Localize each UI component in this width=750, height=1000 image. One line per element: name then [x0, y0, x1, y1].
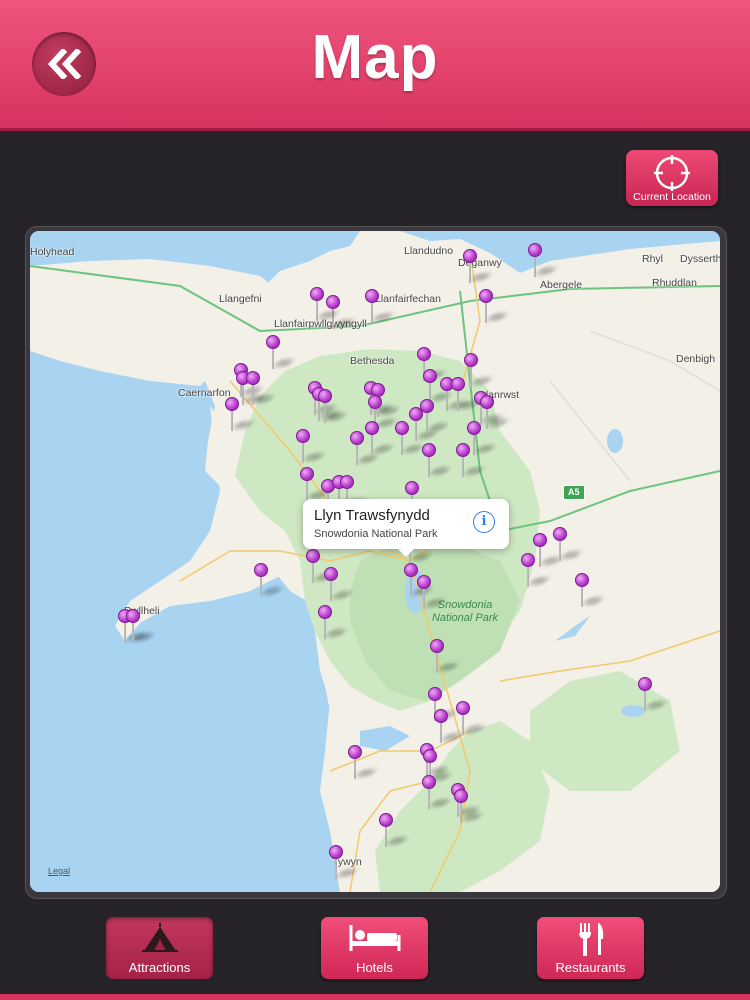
map-pin[interactable] — [318, 389, 348, 425]
map-pin[interactable] — [365, 421, 395, 457]
map-pin[interactable] — [454, 789, 484, 825]
map-pin[interactable] — [467, 421, 497, 457]
crosshair-icon — [654, 155, 690, 191]
road-badge: A5 — [563, 485, 585, 500]
app-header: Map — [0, 0, 750, 131]
bottom-strip — [0, 994, 750, 1000]
map-pin[interactable] — [126, 609, 156, 645]
map-pin[interactable] — [350, 431, 380, 467]
map-pin[interactable] — [348, 745, 378, 781]
callout-subtitle: Snowdonia National Park — [314, 528, 438, 540]
map-pin[interactable] — [417, 575, 447, 611]
map-pin[interactable] — [266, 335, 296, 371]
map-base — [30, 231, 720, 892]
place-label: Dysserth — [680, 253, 720, 265]
map-pin[interactable] — [533, 533, 563, 569]
tab-restaurants[interactable]: Restaurants — [537, 917, 644, 979]
place-label: Caernarfon — [178, 387, 231, 399]
map-view[interactable]: Holyhead Llandudno Deganwy Rhyl Dysserth… — [30, 231, 720, 892]
map-pin[interactable] — [638, 677, 668, 713]
tent-icon — [141, 923, 178, 952]
legal-link[interactable]: Legal — [48, 866, 70, 876]
tab-label: Attractions — [128, 960, 191, 975]
current-location-button[interactable]: Current Location — [626, 150, 718, 206]
pin-callout[interactable]: Llyn Trawsfynydd Snowdonia National Park… — [303, 499, 509, 557]
map-pin[interactable] — [296, 429, 326, 465]
map-pin[interactable] — [404, 563, 434, 599]
place-label: Llangefni — [219, 293, 262, 305]
page-title: Map — [311, 23, 439, 92]
map-pin[interactable] — [395, 421, 425, 457]
map-pin[interactable] — [553, 527, 583, 563]
place-label: Holyhead — [30, 246, 75, 258]
bed-icon — [349, 925, 400, 951]
place-label: Bethesda — [350, 355, 395, 367]
map-pin[interactable] — [422, 775, 452, 811]
place-label: Rhyl — [642, 253, 664, 265]
map-pin[interactable] — [480, 395, 510, 431]
place-label: Rhuddlan — [652, 277, 697, 289]
map-pin[interactable] — [430, 639, 460, 675]
map-pin[interactable] — [456, 701, 486, 737]
map-pin[interactable] — [324, 567, 354, 603]
current-location-label: Current Location — [633, 191, 711, 203]
place-label: Llandudno — [404, 245, 454, 257]
map-pin[interactable] — [254, 563, 284, 599]
map-pin[interactable] — [422, 443, 452, 479]
map-pin[interactable] — [300, 467, 330, 503]
map-pin[interactable] — [575, 573, 605, 609]
tab-label: Restaurants — [555, 960, 626, 975]
map-pin[interactable] — [420, 399, 450, 435]
map-pin[interactable] — [310, 287, 340, 323]
map-pin[interactable] — [365, 289, 395, 325]
map-pin[interactable] — [329, 845, 359, 881]
map-pin[interactable] — [318, 605, 348, 641]
place-label: Llanfairfechan — [375, 293, 441, 305]
map-pin[interactable] — [528, 243, 558, 279]
tab-attractions[interactable]: Attractions — [106, 917, 213, 979]
map-pin[interactable] — [225, 397, 255, 433]
callout-title: Llyn Trawsfynydd — [314, 507, 430, 524]
map-pin[interactable] — [379, 813, 409, 849]
place-label: Denbigh — [676, 353, 716, 365]
info-icon[interactable]: i — [473, 511, 495, 533]
place-label: Abergele — [540, 279, 583, 291]
map-pin[interactable] — [246, 371, 276, 407]
map-pin[interactable] — [464, 353, 494, 389]
map-pin[interactable] — [451, 377, 481, 413]
fork-knife-icon — [578, 923, 603, 956]
map-pin[interactable] — [434, 709, 464, 745]
tab-hotels[interactable]: Hotels — [321, 917, 428, 979]
map-pin[interactable] — [306, 549, 336, 585]
map-pin[interactable] — [479, 289, 509, 325]
tab-label: Hotels — [356, 960, 393, 975]
map-pin[interactable] — [463, 249, 493, 285]
